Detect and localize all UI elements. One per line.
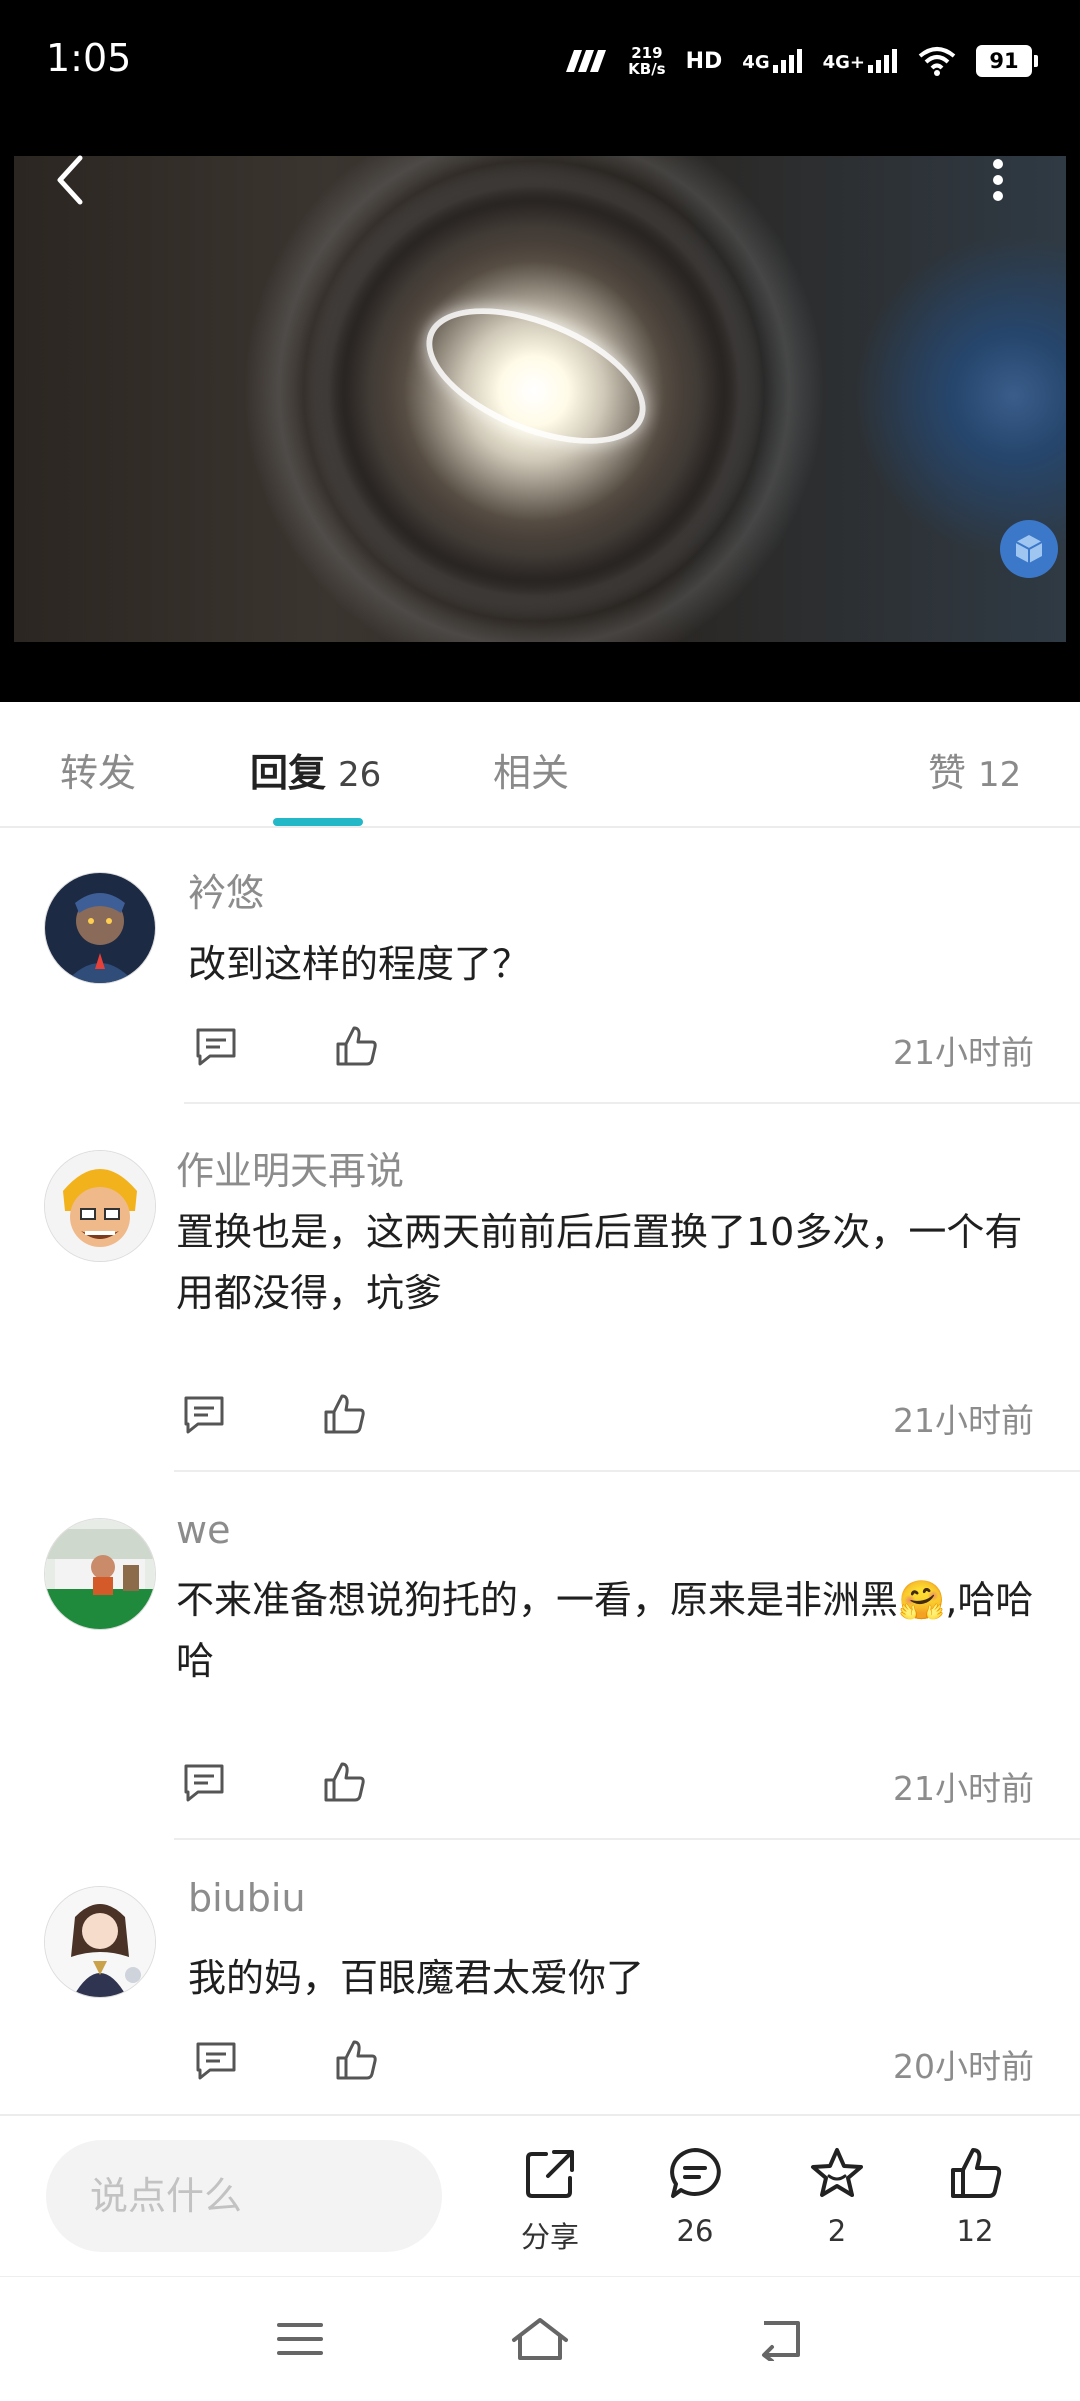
comment-divider xyxy=(174,1838,1080,1840)
tab-forward-label: 转发 xyxy=(60,751,137,795)
comment-author[interactable]: 作业明天再说 xyxy=(176,1140,404,1195)
sim1-label: 4G xyxy=(742,52,770,73)
comment-author[interactable]: 衿悠 xyxy=(188,862,264,917)
reply-icon[interactable] xyxy=(192,1022,240,1070)
avatar-image xyxy=(45,873,155,983)
status-time: 1:05 xyxy=(46,36,132,80)
share-button[interactable]: 分享 xyxy=(500,2144,600,2254)
comment-list[interactable]: 衿悠 改到这样的程度了？ 21小时前 作业明天再说 置换也是，这两天前前后后置换… xyxy=(0,826,1080,2114)
avatar[interactable] xyxy=(44,1150,156,1262)
status-bar: 1:05 219 KB/s HD 4G 4G+ 91 xyxy=(0,0,1080,150)
back-button[interactable] xyxy=(40,150,100,210)
tab-likes[interactable]: 赞 12 xyxy=(928,742,1021,797)
video-player[interactable] xyxy=(0,150,1080,702)
comment-text: 置换也是，这两天前前后后置换了10多次，一个有用都没得，坑爹 xyxy=(176,1210,1023,1315)
star-icon xyxy=(811,2148,863,2197)
tab-related-label: 相关 xyxy=(493,751,570,795)
comment-time: 21小时前 xyxy=(893,1769,1034,1808)
reply-icon[interactable] xyxy=(192,2036,240,2084)
chevron-left-icon xyxy=(57,155,83,205)
back-nav-button[interactable] xyxy=(740,2307,820,2371)
comment-text: 不来准备想说狗托的，一看，原来是非洲黑🤗,哈哈哈 xyxy=(176,1578,1034,1683)
avatar-image xyxy=(45,1519,155,1629)
battery-indicator: 91 xyxy=(976,45,1038,77)
comment-text: 改到这样的程度了？ xyxy=(188,942,531,986)
thumbs-up-icon[interactable] xyxy=(332,1022,380,1070)
cube-badge[interactable] xyxy=(1000,520,1058,578)
tab-likes-count: 12 xyxy=(978,755,1022,795)
signal-bars-icon xyxy=(772,49,802,73)
net-speed: 219 KB/s xyxy=(628,45,665,77)
favorite-count: 2 xyxy=(827,2214,847,2248)
more-options-button[interactable] xyxy=(976,150,1020,210)
net-speed-unit: KB/s xyxy=(628,60,666,78)
avatar[interactable] xyxy=(44,872,156,984)
comment-author[interactable]: we xyxy=(176,1508,230,1552)
comment-count-button[interactable]: 26 xyxy=(645,2144,745,2254)
comment-bubble-icon xyxy=(670,2148,721,2198)
tab-likes-label: 赞 xyxy=(928,751,967,795)
back-arrow-icon xyxy=(762,2321,800,2361)
tab-reply[interactable]: 回复 26 xyxy=(250,742,381,797)
hd-badge: HD xyxy=(685,48,723,74)
net-speed-value: 219 xyxy=(631,44,663,62)
home-button[interactable] xyxy=(500,2307,580,2371)
reply-icon[interactable] xyxy=(180,1390,228,1438)
share-label: 分享 xyxy=(520,2220,579,2254)
sim2-label: 4G+ xyxy=(822,52,865,73)
tab-bar: 转发 回复 26 相关 赞 12 xyxy=(0,702,1080,828)
comment-count: 26 xyxy=(676,2214,714,2248)
sim2-signal: 4G+ xyxy=(823,49,898,73)
wifi-icon xyxy=(918,47,956,76)
comment-divider xyxy=(184,1102,1080,1104)
menu-icon xyxy=(277,2323,323,2355)
comment-time: 21小时前 xyxy=(893,1033,1034,1072)
action-bar: 分享 26 2 12 xyxy=(0,2114,1080,2276)
comment-author[interactable]: biubiu xyxy=(188,1876,306,1920)
home-icon xyxy=(512,2318,568,2360)
favorite-button[interactable]: 2 xyxy=(787,2144,887,2254)
avatar[interactable] xyxy=(44,1518,156,1630)
comment-text: 我的妈，百眼魔君太爱你了 xyxy=(188,1956,645,2000)
comment-input[interactable] xyxy=(46,2140,442,2252)
tab-related[interactable]: 相关 xyxy=(493,742,569,797)
like-count: 12 xyxy=(956,2214,994,2248)
system-nav-bar xyxy=(0,2276,1080,2401)
status-icons: 219 KB/s HD 4G 4G+ 91 xyxy=(562,38,1038,84)
cube-icon xyxy=(1015,535,1043,563)
thumbs-up-icon[interactable] xyxy=(320,1758,368,1806)
thumbs-up-icon xyxy=(951,2148,1002,2198)
comment-divider xyxy=(174,1470,1080,1472)
tab-active-indicator xyxy=(273,818,363,826)
signal-bars-icon xyxy=(868,49,897,73)
like-button[interactable]: 12 xyxy=(925,2144,1025,2254)
reply-icon[interactable] xyxy=(180,1758,228,1806)
avatar-image xyxy=(45,1151,155,1261)
share-icon xyxy=(526,2150,574,2198)
thumbs-up-icon[interactable] xyxy=(320,1390,368,1438)
tab-reply-count: 26 xyxy=(338,755,382,795)
menu-button[interactable] xyxy=(260,2307,340,2371)
thumbs-up-icon[interactable] xyxy=(332,2036,380,2084)
tab-forward[interactable]: 转发 xyxy=(60,742,136,797)
sim1-signal: 4G xyxy=(742,49,802,73)
comment-time: 21小时前 xyxy=(893,1401,1034,1440)
comment-time: 20小时前 xyxy=(893,2047,1034,2086)
avatar-image xyxy=(45,1887,155,1997)
avatar[interactable] xyxy=(44,1886,156,1998)
signal-logo-icon xyxy=(566,50,607,72)
tab-reply-label: 回复 xyxy=(250,751,327,795)
more-vertical-icon xyxy=(993,159,1003,201)
